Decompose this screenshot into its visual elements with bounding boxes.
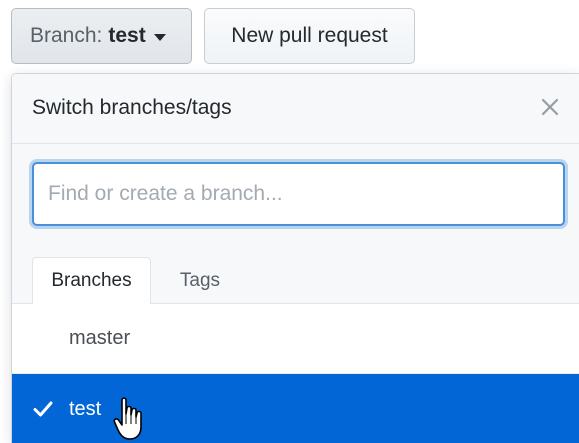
branch-prefix: Branch: bbox=[30, 24, 103, 47]
dropdown-title: Switch branches/tags bbox=[32, 96, 232, 119]
filter-area bbox=[12, 144, 579, 249]
check-icon bbox=[33, 401, 53, 417]
branch-item-label: master bbox=[69, 327, 131, 349]
hand-pointer-cursor-icon bbox=[113, 397, 142, 440]
new-pull-request-button[interactable]: New pull request bbox=[204, 8, 415, 64]
current-branch-name: test bbox=[108, 24, 146, 47]
branch-list: master test bbox=[12, 304, 579, 443]
tab-branches[interactable]: Branches bbox=[32, 257, 151, 305]
branch-filter-input[interactable] bbox=[32, 162, 565, 226]
caret-down-icon bbox=[153, 33, 166, 41]
branch-item-test[interactable]: test bbox=[12, 374, 579, 443]
dropdown-tabs: Branches Tags bbox=[12, 249, 579, 305]
branch-selector-page: Branch: test New pull request Switch bra… bbox=[0, 0, 579, 443]
branch-dropdown: Switch branches/tags Branches Tags maste… bbox=[11, 73, 579, 443]
close-icon[interactable] bbox=[537, 94, 563, 120]
dropdown-header: Switch branches/tags bbox=[12, 74, 579, 144]
branch-item-label: test bbox=[69, 397, 102, 420]
branch-select-button[interactable]: Branch: test bbox=[11, 8, 192, 64]
tab-tags[interactable]: Tags bbox=[160, 257, 240, 305]
branch-item-master[interactable]: master bbox=[12, 304, 579, 374]
